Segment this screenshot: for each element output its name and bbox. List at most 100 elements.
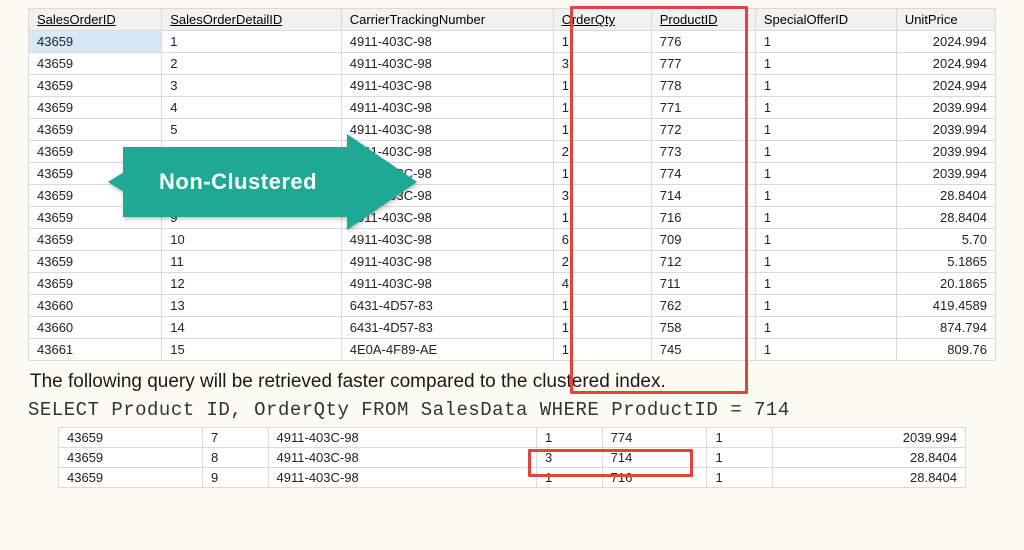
cell: 4911-403C-98: [341, 31, 553, 53]
cell: 2024.994: [896, 31, 995, 53]
cell: 1: [537, 428, 603, 448]
cell: 3: [162, 75, 342, 97]
table-row: 4365984911-403C-983714128.8404: [59, 448, 966, 468]
table-row: 4365974911-403C-98177412039.994: [59, 428, 966, 448]
table-row: 4365914911-403C-98177612024.994: [29, 31, 996, 53]
cell: 3: [553, 53, 651, 75]
cell: 1: [755, 119, 896, 141]
cell: 1: [553, 295, 651, 317]
cell: 4911-403C-98: [268, 428, 536, 448]
cell: 2024.994: [896, 53, 995, 75]
col-header-c2: CarrierTrackingNumber: [341, 9, 553, 31]
cell: 1: [755, 163, 896, 185]
cell: 1: [755, 53, 896, 75]
cell: 14: [162, 317, 342, 339]
cell: 43661: [29, 339, 162, 361]
cell: 1: [162, 31, 342, 53]
cell: 714: [602, 448, 707, 468]
cell: 28.8404: [896, 207, 995, 229]
cell: 1: [553, 31, 651, 53]
table-row: 43659104911-403C-98670915.70: [29, 229, 996, 251]
cell: 5.1865: [896, 251, 995, 273]
cell: 778: [651, 75, 755, 97]
cell: 4911-403C-98: [268, 448, 536, 468]
col-header-c1: SalesOrderDetailID: [162, 9, 342, 31]
cell: 43659: [29, 229, 162, 251]
non-clustered-arrow: Non-Clustered: [108, 134, 417, 230]
cell: 43659: [59, 468, 203, 488]
cell: 1: [553, 119, 651, 141]
cell: 43659: [59, 448, 203, 468]
cell: 43660: [29, 295, 162, 317]
table-row: 4365934911-403C-98177812024.994: [29, 75, 996, 97]
cell: 776: [651, 31, 755, 53]
arrow-tail-icon: [108, 172, 124, 192]
table-row: 4365924911-403C-98377712024.994: [29, 53, 996, 75]
cell: 28.8404: [773, 448, 966, 468]
cell: 1: [755, 75, 896, 97]
cell: 874.794: [896, 317, 995, 339]
cell: 2024.994: [896, 75, 995, 97]
cell: 1: [537, 468, 603, 488]
cell: 2039.994: [896, 141, 995, 163]
cell: 772: [651, 119, 755, 141]
cell: 1: [755, 97, 896, 119]
cell: 10: [162, 229, 342, 251]
cell: 1: [553, 339, 651, 361]
cell: 4911-403C-98: [341, 97, 553, 119]
cell: 711: [651, 273, 755, 295]
cell: 1: [755, 317, 896, 339]
table-row: 4365944911-403C-98177112039.994: [29, 97, 996, 119]
table-row: 43661154E0A-4F89-AE17451809.76: [29, 339, 996, 361]
cell: 709: [651, 229, 755, 251]
cell: 1: [707, 468, 773, 488]
cell: 716: [651, 207, 755, 229]
cell: 5.70: [896, 229, 995, 251]
cell: 809.76: [896, 339, 995, 361]
cell: 1: [755, 207, 896, 229]
table-row: 43660136431-4D57-8317621419.4589: [29, 295, 996, 317]
cell: 15: [162, 339, 342, 361]
cell: 1: [755, 273, 896, 295]
cell: 6431-4D57-83: [341, 317, 553, 339]
cell: 43659: [29, 273, 162, 295]
cell: 419.4589: [896, 295, 995, 317]
cell: 6431-4D57-83: [341, 295, 553, 317]
cell: 1: [755, 339, 896, 361]
cell: 4E0A-4F89-AE: [341, 339, 553, 361]
cell: 1: [553, 163, 651, 185]
cell: 43659: [29, 75, 162, 97]
cell: 1: [755, 251, 896, 273]
col-header-c6: UnitPrice: [896, 9, 995, 31]
sql-code: SELECT Product ID, OrderQty FROM SalesDa…: [28, 399, 996, 421]
cell: 1: [707, 448, 773, 468]
cell: 1: [553, 97, 651, 119]
cell: 712: [651, 251, 755, 273]
cell: 3: [537, 448, 603, 468]
cell: 1: [707, 428, 773, 448]
cell: 13: [162, 295, 342, 317]
cell: 7: [202, 428, 268, 448]
cell: 774: [602, 428, 707, 448]
col-header-c3: OrderQty: [553, 9, 651, 31]
cell: 762: [651, 295, 755, 317]
cell: 43659: [29, 31, 162, 53]
cell: 716: [602, 468, 707, 488]
cell: 1: [755, 31, 896, 53]
cell: 9: [202, 468, 268, 488]
cell: 4911-403C-98: [341, 75, 553, 97]
cell: 43659: [59, 428, 203, 448]
cell: 758: [651, 317, 755, 339]
col-header-c0: SalesOrderID: [29, 9, 162, 31]
caption-text: The following query will be retrieved fa…: [30, 371, 994, 393]
cell: 43660: [29, 317, 162, 339]
cell: 4: [553, 273, 651, 295]
cell: 773: [651, 141, 755, 163]
cell: 4911-403C-98: [268, 468, 536, 488]
cell: 1: [553, 75, 651, 97]
arrow-head-icon: [347, 134, 417, 230]
cell: 1: [553, 317, 651, 339]
cell: 1: [755, 229, 896, 251]
cell: 774: [651, 163, 755, 185]
result-table: 4365974911-403C-98177412039.994436598491…: [58, 427, 966, 488]
